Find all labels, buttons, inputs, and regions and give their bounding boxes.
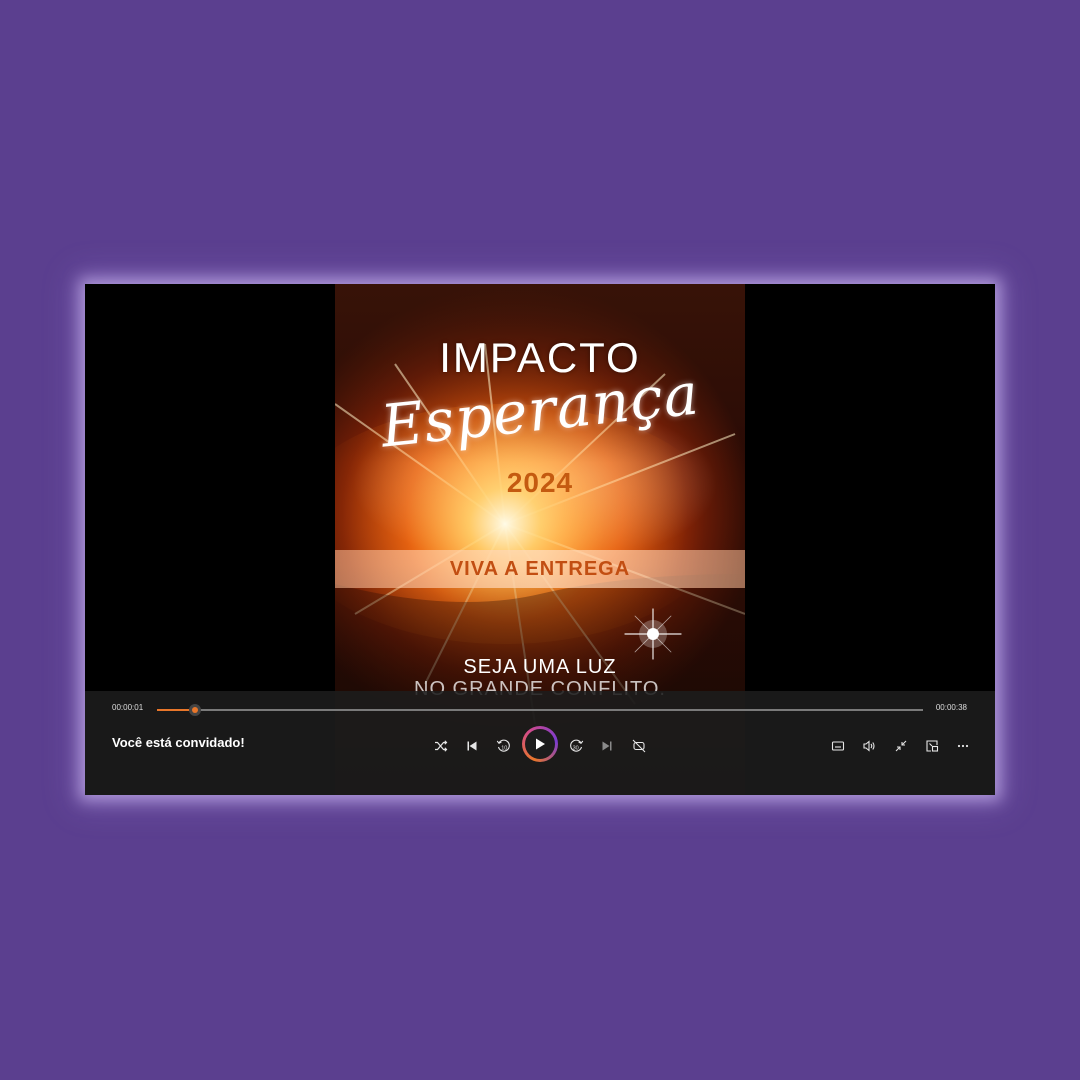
play-button-inner <box>525 729 555 759</box>
video-tagline-line1: SEJA UMA LUZ <box>463 656 617 678</box>
media-title: Você está convidado! <box>112 735 245 750</box>
more-options-button[interactable] <box>952 735 974 757</box>
svg-text:30: 30 <box>573 746 579 752</box>
forward-30-icon: 30 <box>570 739 584 752</box>
play-button[interactable] <box>522 726 558 762</box>
rewind-10-icon: 10 <box>496 739 510 752</box>
next-button[interactable] <box>596 735 618 757</box>
current-time: 00:00:01 <box>112 703 144 712</box>
video-year: 2024 <box>506 467 574 498</box>
total-time: 00:00:38 <box>935 703 967 712</box>
svg-text:10: 10 <box>501 746 507 752</box>
volume-button[interactable] <box>858 735 880 757</box>
shuffle-icon <box>435 740 448 752</box>
more-options-icon <box>957 744 969 748</box>
seek-bar[interactable] <box>157 704 923 716</box>
skip-next-icon <box>602 741 612 751</box>
shuffle-button[interactable] <box>430 735 452 757</box>
volume-icon <box>863 740 875 752</box>
previous-button[interactable] <box>461 735 483 757</box>
video-banner-text: VIVA A ENTREGA <box>449 558 631 580</box>
play-icon <box>536 738 545 750</box>
video-banner: VIVA A ENTREGA <box>335 550 745 588</box>
seek-thumb[interactable] <box>189 704 202 716</box>
skip-previous-icon <box>467 741 477 751</box>
exit-fullscreen-button[interactable] <box>890 735 912 757</box>
exit-fullscreen-icon <box>895 740 907 752</box>
mini-player-icon <box>926 740 939 752</box>
captions-icon <box>831 741 845 751</box>
forward-30-button[interactable]: 30 <box>565 735 587 757</box>
mini-player-button[interactable] <box>921 735 943 757</box>
repeat-button[interactable] <box>628 735 650 757</box>
captions-button[interactable] <box>827 735 849 757</box>
repeat-off-icon <box>632 739 646 753</box>
rewind-10-button[interactable]: 10 <box>493 735 515 757</box>
control-bar: 00:00:01 00:00:38 Você está convidado! 1… <box>85 691 995 795</box>
media-player[interactable]: IMPACTO Esperança 2024 VIVA A ENTREGA SE… <box>85 284 995 795</box>
